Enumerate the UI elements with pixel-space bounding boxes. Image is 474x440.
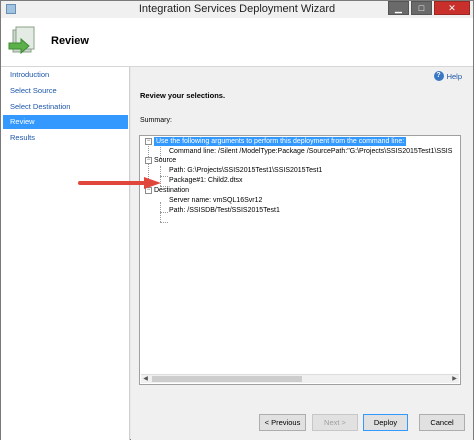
command-line-value[interactable]: Command line: /Silent /ModelType:Package…	[169, 147, 452, 156]
window-title: Integration Services Deployment Wizard	[138, 3, 336, 15]
destination-path[interactable]: Path: /SSISDB/Test/SSIS2015Test1	[169, 206, 280, 215]
collapse-icon[interactable]: −	[145, 157, 152, 164]
scroll-left-icon[interactable]: ◀	[141, 375, 150, 383]
close-button[interactable]: ✕	[434, 1, 470, 15]
help-icon: ?	[433, 71, 444, 81]
annotation-arrow-icon	[78, 177, 161, 189]
destination-server-name[interactable]: Server name: vmSQL16Svr12	[169, 196, 262, 205]
window-controls: ▁ □ ✕	[388, 1, 470, 18]
page-title: Review	[51, 35, 89, 47]
command-line-header[interactable]: Use the following arguments to perform t…	[154, 137, 407, 146]
previous-button[interactable]: < Previous	[259, 414, 306, 431]
maximize-button[interactable]: □	[411, 1, 432, 15]
main-content: ? Help Review your selections. Summary: …	[131, 67, 473, 403]
summary-label: Summary:	[140, 117, 172, 124]
collapse-icon[interactable]: −	[145, 138, 152, 145]
sidebar-item-results[interactable]: Results	[3, 131, 128, 145]
tree-connector	[160, 222, 168, 223]
wizard-steps-sidebar: Introduction Select Source Select Destin…	[1, 67, 130, 440]
deployment-wizard-icon	[8, 26, 35, 55]
app-icon	[6, 4, 16, 14]
horizontal-scrollbar[interactable]: ◀ ▶	[141, 374, 459, 383]
scrollbar-thumb[interactable]	[152, 376, 302, 382]
source-package[interactable]: Package#1: Child2.dtsx	[169, 176, 243, 185]
minimize-button[interactable]: ▁	[388, 1, 409, 15]
title-bar: Integration Services Deployment Wizard ▁…	[1, 1, 473, 18]
tree-connector	[160, 212, 168, 213]
sidebar-item-select-destination[interactable]: Select Destination	[3, 100, 128, 114]
next-button[interactable]: Next >	[312, 414, 358, 431]
deploy-button[interactable]: Deploy	[363, 414, 408, 431]
help-label: Help	[446, 71, 462, 81]
review-heading: Review your selections.	[140, 91, 226, 100]
help-link[interactable]: ? Help	[433, 71, 462, 81]
wizard-window: Integration Services Deployment Wizard ▁…	[0, 0, 474, 440]
cancel-button[interactable]: Cancel	[419, 414, 465, 431]
sidebar-item-introduction[interactable]: Introduction	[3, 68, 128, 82]
summary-tree[interactable]: − Use the following arguments to perform…	[139, 135, 461, 385]
wizard-footer: < Previous Next > Deploy Cancel	[131, 403, 473, 440]
scroll-right-icon[interactable]: ▶	[450, 375, 459, 383]
source-node[interactable]: Source	[154, 156, 176, 165]
sidebar-item-select-source[interactable]: Select Source	[3, 84, 128, 98]
source-path[interactable]: Path: G:\Projects\SSIS2015Test1\SSIS2015…	[169, 166, 322, 175]
sidebar-item-review[interactable]: Review	[3, 115, 128, 129]
wizard-header: Review	[1, 18, 473, 67]
